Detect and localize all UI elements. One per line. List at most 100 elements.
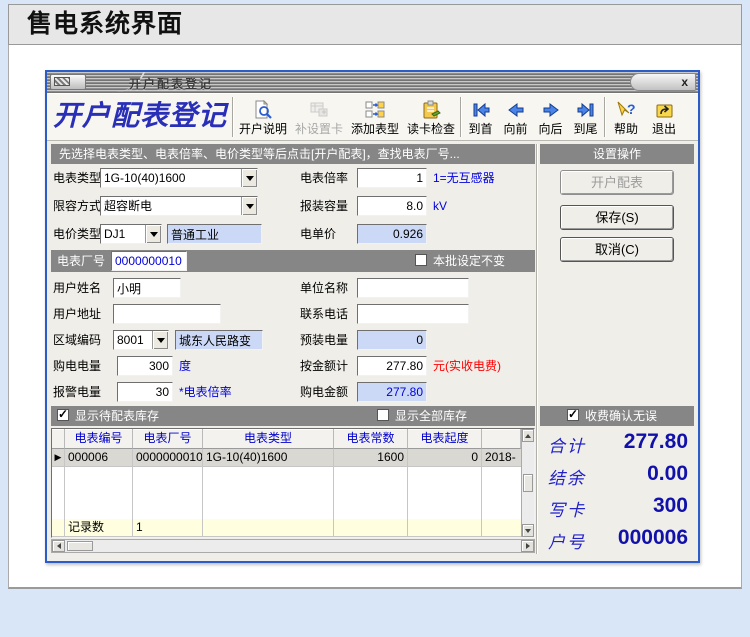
next-record-icon xyxy=(540,100,562,120)
capacity-unit: kV xyxy=(433,199,448,213)
summary-total: 合计 277.80 xyxy=(548,430,688,456)
vertical-scroll-thumb[interactable] xyxy=(523,474,533,492)
unit-price-field xyxy=(357,224,427,244)
area-code-label: 区域编码 xyxy=(53,333,102,347)
phone-input[interactable] xyxy=(357,304,469,324)
by-amount-note: 元(实收电费) xyxy=(433,359,501,373)
dialog-title: 开户配表登记 xyxy=(129,77,214,91)
add-meter-type-icon xyxy=(364,100,386,120)
user-name-label: 用户姓名 xyxy=(53,281,102,295)
row-marker: ▶ xyxy=(52,449,65,467)
save-button[interactable]: 保存(S) xyxy=(560,205,674,230)
last-record-button[interactable]: 到尾 xyxy=(568,94,603,140)
scroll-left-icon[interactable] xyxy=(52,540,65,552)
show-pending-checkbox[interactable] xyxy=(57,407,69,421)
show-all-label: 显示全部库存 xyxy=(395,409,468,423)
alarm-qty-note: *电表倍率 xyxy=(179,385,232,399)
help-button[interactable]: ? 帮助 xyxy=(607,94,645,140)
purchase-qty-label: 购电电量 xyxy=(53,359,102,373)
purchase-amount-label: 购电金额 xyxy=(300,385,349,399)
area-code-dropdown[interactable]: 8001 xyxy=(113,330,169,350)
meter-type-label: 电表类型 xyxy=(53,171,102,185)
first-record-button[interactable]: 到首 xyxy=(463,94,498,140)
record-count-label: 记录数 xyxy=(65,519,133,537)
summary-balance: 结余 0.00 xyxy=(548,462,688,488)
area-name-field xyxy=(175,330,263,350)
prev-record-button[interactable]: 向前 xyxy=(498,94,533,140)
purchase-amount-field xyxy=(357,382,427,402)
scroll-right-icon[interactable] xyxy=(521,540,534,552)
scroll-down-icon[interactable] xyxy=(522,524,534,537)
chevron-down-icon[interactable] xyxy=(152,331,168,349)
setup-card-icon xyxy=(308,100,330,120)
capacity-label: 报装容量 xyxy=(300,199,349,213)
preload-label: 预装电量 xyxy=(300,333,349,347)
chevron-down-icon[interactable] xyxy=(145,225,161,243)
limit-mode-dropdown[interactable]: 超容断电 xyxy=(100,196,258,216)
page-title: 售电系统界面 xyxy=(8,4,742,45)
meter-type-dropdown[interactable]: 1G-10(40)1600 xyxy=(100,168,258,188)
col-meter-type: 电表类型 xyxy=(203,429,334,449)
next-record-button[interactable]: 向后 xyxy=(533,94,568,140)
toolbar-separator xyxy=(604,97,606,137)
toolbar-separator xyxy=(460,97,462,137)
horizontal-scroll-thumb[interactable] xyxy=(67,541,93,551)
scroll-up-icon[interactable] xyxy=(522,429,534,442)
org-name-label: 单位名称 xyxy=(300,281,349,295)
app-icon xyxy=(54,77,70,86)
factory-no-input[interactable] xyxy=(111,251,187,271)
alarm-qty-input[interactable] xyxy=(117,382,173,402)
summary-account-no: 户号 000006 xyxy=(548,526,688,552)
cancel-button[interactable]: 取消(C) xyxy=(560,237,674,262)
dialog-titlebar[interactable]: 开户配表登记 x xyxy=(47,72,698,93)
alarm-qty-label: 报警电量 xyxy=(53,385,102,399)
capacity-input[interactable] xyxy=(357,196,427,216)
purchase-qty-input[interactable] xyxy=(117,356,173,376)
meter-stock-table: 电表编号 电表厂号 电表类型 电表常数 电表起度 ▶ 000006 000000… xyxy=(51,428,535,538)
limit-mode-label: 限容方式 xyxy=(53,199,102,213)
price-type-name-field xyxy=(167,224,262,244)
horizontal-scrollbar[interactable] xyxy=(51,539,535,553)
table-header-row: 电表编号 电表厂号 电表类型 电表常数 电表起度 xyxy=(52,429,521,449)
record-count-row: 记录数 1 xyxy=(52,519,521,537)
address-input[interactable] xyxy=(113,304,221,324)
user-name-input[interactable] xyxy=(113,278,181,298)
batch-fixed-checkbox[interactable] xyxy=(415,254,427,266)
price-type-dropdown[interactable]: DJ1 xyxy=(100,224,162,244)
read-card-check-button[interactable]: 读卡检查 xyxy=(403,94,459,140)
toolbar-separator xyxy=(232,97,234,137)
address-label: 用户地址 xyxy=(53,307,102,321)
show-all-checkbox[interactable] xyxy=(377,409,389,421)
add-meter-type-button[interactable]: 添加表型 xyxy=(347,94,403,140)
fee-confirm-checkbox[interactable] xyxy=(567,407,579,421)
exit-button[interactable]: 退出 xyxy=(645,94,683,140)
page: 售电系统界面 开户配表登记 x 开户配表登记 开户说明 补设置卡 添加表型 读卡… xyxy=(0,0,750,637)
first-record-icon xyxy=(470,100,492,120)
col-meter-start: 电表起度 xyxy=(408,429,482,449)
col-meter-constant: 电表常数 xyxy=(334,429,408,449)
phone-label: 联系电话 xyxy=(300,307,349,321)
org-name-input[interactable] xyxy=(357,278,469,298)
summary-write-card: 写卡 300 xyxy=(548,494,688,520)
instruction-bar: 先选择电表类型、电表倍率、电价类型等后点击[开户配表]，查找电表厂号... xyxy=(51,144,535,164)
chevron-down-icon[interactable] xyxy=(241,169,257,187)
assign-meter-button: 开户配表 xyxy=(560,170,674,195)
meter-ratio-input[interactable] xyxy=(357,168,427,188)
vertical-scrollbar[interactable] xyxy=(521,429,534,537)
panel-divider xyxy=(536,144,538,554)
by-amount-label: 按金额计 xyxy=(300,359,349,373)
prev-record-icon xyxy=(505,100,527,120)
table-row[interactable]: ▶ 000006 0000000010 1G-10(40)1600 1600 0… xyxy=(52,449,521,467)
last-record-icon xyxy=(575,100,597,120)
read-card-check-icon xyxy=(420,100,442,120)
app-icon-plate xyxy=(50,74,86,90)
purchase-qty-unit: 度 xyxy=(179,359,192,373)
setup-card-button: 补设置卡 xyxy=(291,94,347,140)
close-icon[interactable]: x xyxy=(681,75,688,90)
svg-text:?: ? xyxy=(627,101,636,117)
by-amount-input[interactable] xyxy=(357,356,427,376)
chevron-down-icon[interactable] xyxy=(241,197,257,215)
batch-fixed-label: 本批设定不变 xyxy=(433,254,506,268)
toolbar: 开户配表登记 开户说明 补设置卡 添加表型 读卡检查 到首 向前 向后 到尾 ?… xyxy=(47,93,698,141)
open-account-help-button[interactable]: 开户说明 xyxy=(235,94,291,140)
